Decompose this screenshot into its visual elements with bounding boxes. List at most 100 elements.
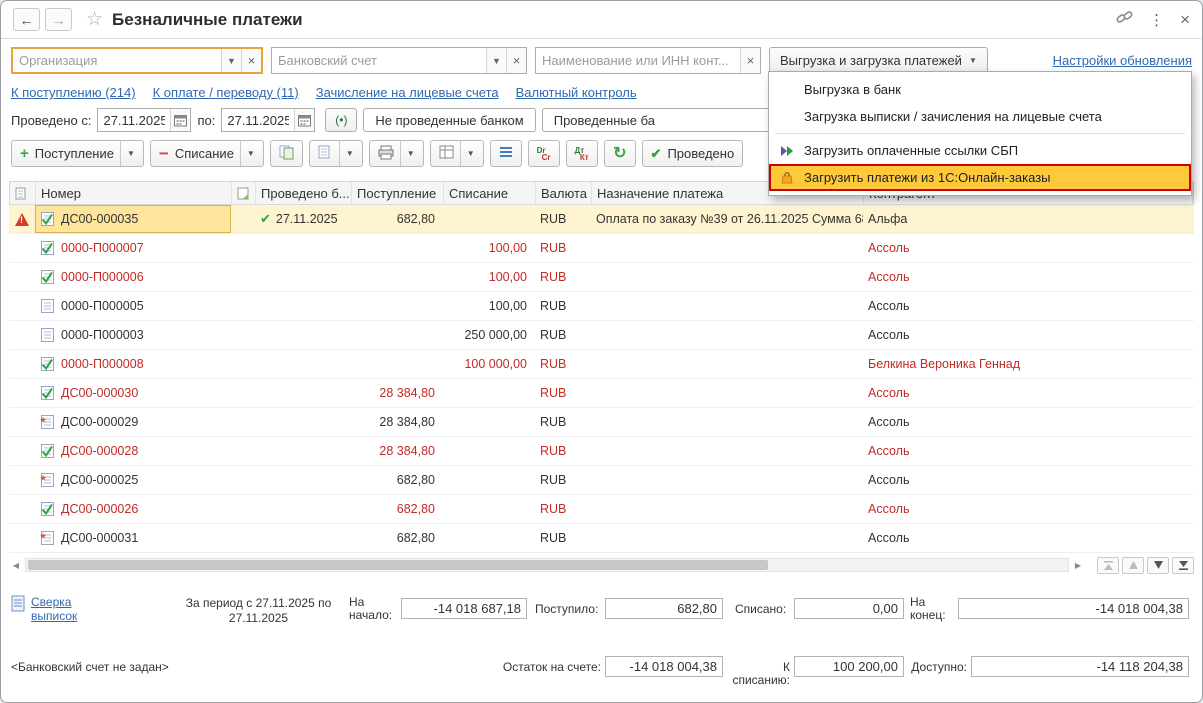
table-row[interactable]: 0000-П000007 100,00 RUB Ассоль <box>9 234 1194 263</box>
row-posted-cell <box>255 408 351 436</box>
more-menu-icon[interactable]: ⋮ <box>1149 11 1164 29</box>
scrollbar-track[interactable] <box>25 558 1069 572</box>
date-to-input[interactable] <box>222 109 295 131</box>
row-receipt-cell <box>351 350 443 378</box>
favorite-star-icon[interactable]: ☆ <box>86 8 103 31</box>
organization-input[interactable] <box>13 49 221 72</box>
table-row[interactable]: 0000-П000008 100 000,00 RUB Белкина Вероник… <box>9 350 1194 379</box>
date-from-field[interactable] <box>97 108 192 132</box>
bank-account-combo[interactable]: ▼ × <box>271 47 527 74</box>
row-writeoff-cell <box>443 466 535 494</box>
go-last-row-button[interactable] <box>1172 556 1194 574</box>
posted-toggle-button[interactable]: ✔ Проведено <box>641 140 744 167</box>
header-status-column[interactable] <box>10 182 36 204</box>
report-button[interactable]: ▼ <box>429 140 484 167</box>
get-link-icon[interactable] <box>1116 9 1133 30</box>
header-receipt[interactable]: Поступление <box>352 182 444 204</box>
scroll-left-icon[interactable]: ◀ <box>9 561 23 570</box>
menu-item-load-online-orders[interactable]: Загрузить платежи из 1С:Онлайн-заказы <box>769 164 1191 191</box>
row-status-cell <box>9 408 35 436</box>
table-row[interactable]: * ДС00-000025 682,80 RUB Ассоль <box>9 466 1194 495</box>
document-group-button[interactable]: ▼ <box>308 140 363 167</box>
counterparty-clear-icon[interactable]: × <box>740 48 760 73</box>
nav-link-currency-control[interactable]: Валютный контроль <box>516 85 637 100</box>
bank-account-input[interactable] <box>272 48 486 73</box>
chevron-down-icon[interactable]: ▼ <box>338 141 354 166</box>
chevron-down-icon[interactable]: ▼ <box>119 141 135 166</box>
table-row[interactable]: ! ДС00-000035 ✔ 27.11.2025 682,80 RUB Оплата п… <box>9 205 1194 234</box>
date-from-input[interactable] <box>98 109 171 131</box>
organization-clear-icon[interactable]: × <box>241 49 261 72</box>
table-row[interactable]: ДС00-000028 28 384,80 RUB Ассоль <box>9 437 1194 466</box>
table-row[interactable]: * ДС00-000029 28 384,80 RUB Ассоль <box>9 408 1194 437</box>
document-icon <box>41 357 54 371</box>
reconciliation-link[interactable]: Сверка выписок <box>31 595 83 623</box>
table-row[interactable]: 0000-П000006 100,00 RUB Ассоль <box>9 263 1194 292</box>
table-row[interactable]: ДС00-000026 682,80 RUB Ассоль <box>9 495 1194 524</box>
add-writeoff-button[interactable]: − Списание ▼ <box>149 140 264 167</box>
bank-account-dropdown-icon[interactable]: ▼ <box>486 48 506 73</box>
to-writeoff-label: К списанию: <box>732 660 790 687</box>
date-to-field[interactable] <box>221 108 316 132</box>
nav-link-to-receipt[interactable]: К поступлению (214) <box>11 85 136 100</box>
received-value: 682,80 <box>605 598 723 619</box>
posted-check-icon: ✔ <box>260 211 271 226</box>
add-receipt-button[interactable]: + Поступление ▼ <box>11 140 144 167</box>
row-receipt-cell <box>351 292 443 320</box>
chevron-down-icon[interactable]: ▼ <box>239 141 255 166</box>
table-row[interactable]: ДС00-000030 28 384,80 RUB Ассоль <box>9 379 1194 408</box>
period-select-button[interactable]: (•) <box>325 108 358 132</box>
update-settings-link[interactable]: Настройки обновления <box>1053 53 1192 68</box>
header-writeoff[interactable]: Списание <box>444 182 536 204</box>
upload-download-menu-button[interactable]: Выгрузка и загрузка платежей ▼ <box>769 47 988 74</box>
scrollbar-thumb[interactable] <box>28 560 768 570</box>
nav-link-to-pay[interactable]: К оплате / переводу (11) <box>153 85 299 100</box>
counterparty-search-input[interactable] <box>536 48 740 73</box>
menu-item-load-sbp-links[interactable]: Загрузить оплаченные ссылки СБП <box>769 137 1191 164</box>
dtkt-movements-button[interactable]: Дт Кт <box>565 140 599 167</box>
table-row[interactable]: 0000-П000005 100,00 RUB Ассоль <box>9 292 1194 321</box>
calendar-icon[interactable] <box>294 109 315 131</box>
header-posted[interactable]: Проведено б... ↑ <box>256 182 352 204</box>
table-row[interactable]: * ДС00-000031 682,80 RUB Ассоль <box>9 524 1194 553</box>
row-purpose-cell <box>591 292 863 320</box>
table-row[interactable]: 0000-П000003 250 000,00 RUB Ассоль <box>9 321 1194 350</box>
row-receipt-cell: 682,80 <box>396 531 435 545</box>
bank-account-clear-icon[interactable]: × <box>506 48 526 73</box>
not-posted-by-bank-button[interactable]: Не проведенные банком <box>363 108 536 132</box>
horizontal-scrollbar[interactable]: ◀ ▶ <box>9 556 1194 574</box>
scroll-right-icon[interactable]: ▶ <box>1071 561 1085 570</box>
header-currency[interactable]: Валюта <box>536 182 592 204</box>
forward-button[interactable]: → <box>45 8 72 31</box>
reconciliation-icon <box>11 595 25 612</box>
page-up-button[interactable] <box>1122 556 1144 574</box>
row-currency-cell: RUB <box>540 444 567 458</box>
copy-document-button[interactable] <box>269 140 303 167</box>
nav-link-personal-accounts[interactable]: Зачисление на лицевые счета <box>316 85 499 100</box>
calendar-icon[interactable] <box>170 109 191 131</box>
print-button[interactable]: ▼ <box>368 140 424 167</box>
available-value: -14 118 204,38 <box>971 656 1189 677</box>
header-number[interactable]: Номер <box>36 182 232 204</box>
drcr-movements-button[interactable]: Dr Cr <box>527 140 560 167</box>
chevron-down-icon: ▼ <box>968 56 977 65</box>
page-down-button[interactable] <box>1147 556 1169 574</box>
counterparty-combo[interactable]: × <box>535 47 761 74</box>
go-first-row-button[interactable] <box>1097 556 1119 574</box>
row-status-cell <box>9 466 35 494</box>
close-icon[interactable]: × <box>1180 10 1190 30</box>
header-mark-column[interactable] <box>232 182 256 204</box>
menu-item-export-to-bank[interactable]: Выгрузка в банк <box>769 76 1191 103</box>
refresh-button[interactable]: ↻ <box>604 140 636 167</box>
titlebar: ← → ☆ Безналичные платежи ⋮ × <box>1 1 1202 39</box>
back-button[interactable]: ← <box>13 8 40 31</box>
organization-combo[interactable]: ▼ × <box>11 47 263 74</box>
document-icon <box>41 212 54 226</box>
chevron-down-icon[interactable]: ▼ <box>459 141 475 166</box>
register-list-button[interactable] <box>489 140 522 167</box>
row-currency-cell: RUB <box>540 270 567 284</box>
organization-dropdown-icon[interactable]: ▼ <box>221 49 241 72</box>
menu-item-load-statement[interactable]: Загрузка выписки / зачисления на лицевые… <box>769 103 1191 130</box>
row-posted-cell <box>255 292 351 320</box>
chevron-down-icon[interactable]: ▼ <box>399 141 415 166</box>
